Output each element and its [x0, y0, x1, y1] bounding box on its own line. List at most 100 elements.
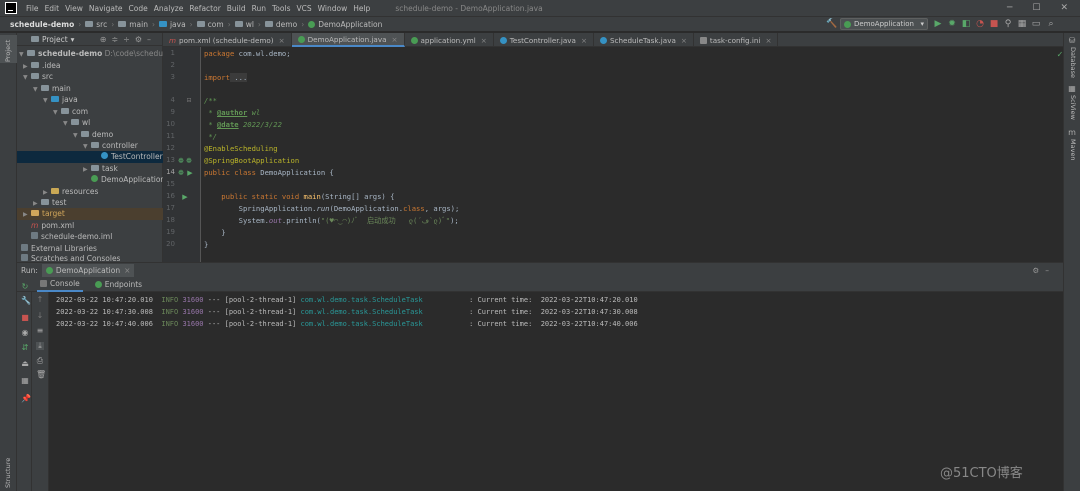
stop-icon[interactable]: ■ [21, 314, 29, 322]
database-tool-label[interactable]: Database [1069, 47, 1077, 78]
breadcrumb-wl[interactable]: wl [234, 20, 254, 29]
tab-application-yml[interactable]: application.yml × [405, 33, 494, 47]
run-gutter-icon[interactable]: ▶ [181, 193, 189, 201]
run-config-select[interactable]: DemoApplication ▾ [840, 18, 928, 30]
coverage-icon[interactable]: ◧ [961, 19, 971, 29]
tab-task-config[interactable]: task-config.ini × [694, 33, 779, 47]
down-arrow-icon[interactable]: ↓ [36, 312, 44, 320]
stop-icon[interactable]: ■ [989, 19, 999, 29]
up-arrow-icon[interactable]: ↑ [36, 296, 44, 304]
breadcrumb-src[interactable]: src [85, 20, 107, 29]
tree-item-src[interactable]: ▼ src [17, 71, 163, 83]
close-window-icon[interactable]: ✕ [1060, 3, 1068, 13]
menu-window[interactable]: Window [315, 4, 351, 13]
sciview-tool-label[interactable]: SciView [1069, 95, 1077, 120]
tab-pom[interactable]: m pom.xml (schedule-demo) × [163, 33, 292, 47]
gear-icon[interactable]: ⚙ [135, 35, 147, 44]
close-icon[interactable]: × [124, 266, 130, 275]
layout-icon[interactable]: ▦ [21, 377, 29, 385]
run-config-tab[interactable]: DemoApplication × [41, 264, 135, 277]
menu-code[interactable]: Code [126, 4, 151, 13]
breadcrumb-demo[interactable]: demo [264, 20, 297, 29]
code-editor[interactable]: package com.wl.demo; import ... /** * @a… [201, 47, 1063, 262]
menu-run[interactable]: Run [249, 4, 269, 13]
tab-console[interactable]: Console [37, 277, 83, 292]
chevron-down-icon[interactable]: ▾ [71, 35, 75, 44]
maximize-icon[interactable]: ☐ [1032, 3, 1040, 13]
close-icon[interactable]: × [765, 36, 771, 45]
menu-view[interactable]: View [62, 4, 86, 13]
menu-file[interactable]: File [23, 4, 42, 13]
tab-testcontroller[interactable]: TestController.java × [494, 33, 594, 47]
maven-tool-label[interactable]: Maven [1069, 139, 1077, 161]
spring-bean-icon[interactable]: ❁ [177, 157, 185, 165]
locate-icon[interactable]: ⊕ [100, 35, 112, 44]
tree-item-pom[interactable]: m pom.xml [17, 220, 163, 232]
exit-icon[interactable]: ⏏ [21, 360, 29, 368]
wrench-icon[interactable]: 🔧 [21, 297, 31, 305]
breadcrumb-java[interactable]: java [158, 20, 186, 29]
structure-tool-label[interactable]: Structure [4, 458, 12, 488]
soft-wrap-icon[interactable]: ≡ [36, 327, 44, 335]
spring-bean-icon[interactable]: ❁ [185, 157, 193, 165]
expand-icon[interactable]: ÷ [123, 35, 135, 44]
menu-vcs[interactable]: VCS [293, 4, 314, 13]
project-view-select[interactable]: Project [42, 35, 68, 44]
tab-endpoints[interactable]: Endpoints [94, 280, 142, 289]
hide-icon[interactable]: – [147, 35, 156, 44]
tree-item-target[interactable]: ▶ target [17, 208, 163, 220]
tree-item-wl[interactable]: ▼ wl [17, 117, 163, 129]
menu-navigate[interactable]: Navigate [86, 4, 126, 13]
print-icon[interactable]: ⎙ [36, 357, 44, 365]
scroll-to-end-icon[interactable]: ⤓ [36, 342, 44, 350]
project-structure-icon[interactable]: ▦ [1017, 19, 1027, 29]
layout-icon[interactable]: ▭ [1031, 19, 1041, 29]
run-gutter-icon[interactable]: ▶ [186, 169, 194, 177]
breadcrumb-project[interactable]: schedule-demo [10, 20, 74, 29]
tree-item-task[interactable]: ▶ task [17, 163, 163, 175]
menu-help[interactable]: Help [350, 4, 373, 13]
menu-analyze[interactable]: Analyze [151, 4, 187, 13]
tree-item-demoapplication[interactable]: DemoApplication [17, 174, 165, 186]
close-icon[interactable]: × [481, 36, 487, 45]
console-output[interactable]: 2022-03-22 10:47:20.010 INFO 31600 --- [… [49, 292, 1063, 491]
tree-item-demo[interactable]: ▼ demo [17, 129, 163, 141]
close-icon[interactable]: × [279, 36, 285, 45]
restore-layout-icon[interactable]: ⇵ [21, 344, 29, 352]
run-icon[interactable]: ▶ [933, 19, 943, 29]
tree-item-testcontroller[interactable]: TestController [17, 151, 163, 163]
menu-refactor[interactable]: Refactor [186, 4, 223, 13]
tree-item-schedule-demo[interactable]: ▼ schedule-demo D:\code\schedule-de [17, 48, 182, 60]
breadcrumb-main[interactable]: main [118, 20, 148, 29]
tree-item-test[interactable]: ▶ test [17, 197, 163, 209]
minimize-icon[interactable]: ─ [1007, 3, 1012, 13]
close-icon[interactable]: × [391, 35, 397, 44]
profile-icon[interactable]: ◔ [975, 19, 985, 29]
close-icon[interactable]: × [581, 36, 587, 45]
build-hammer-icon[interactable]: 🔨 [826, 19, 837, 29]
tab-scheduletask[interactable]: ScheduleTask.java × [594, 33, 694, 47]
tree-item-resources[interactable]: ▶ resources [17, 186, 163, 198]
tree-item-iml[interactable]: schedule-demo.iml [17, 231, 163, 243]
tree-item-idea[interactable]: ▶ .idea [17, 60, 163, 72]
tree-item-java[interactable]: ▼ java [17, 94, 163, 106]
spring-bean-icon[interactable]: ❁ [177, 169, 185, 177]
menu-edit[interactable]: Edit [42, 4, 63, 13]
git-icon[interactable]: ⚲ [1003, 19, 1013, 29]
menu-build[interactable]: Build [224, 4, 249, 13]
tab-demoapplication[interactable]: DemoApplication.java × [291, 33, 405, 47]
close-icon[interactable]: × [681, 36, 687, 45]
trash-icon[interactable]: 🗑 [36, 371, 46, 379]
breadcrumb-com[interactable]: com [196, 20, 224, 29]
rerun-icon[interactable]: ↻ [21, 283, 29, 291]
pin-icon[interactable]: 📌 [21, 395, 31, 403]
tree-item-com[interactable]: ▼ com [17, 106, 163, 118]
hide-icon[interactable]: – [1045, 266, 1055, 275]
fold-icon[interactable]: ⊟ [185, 97, 193, 105]
breadcrumb-class[interactable]: DemoApplication [308, 20, 382, 29]
debug-icon[interactable]: ✹ [947, 19, 957, 29]
project-tool-button[interactable]: Project [0, 35, 17, 63]
camera-icon[interactable]: ◉ [21, 329, 29, 337]
tree-item-controller[interactable]: ▼ controller [17, 140, 163, 152]
search-icon[interactable]: ⌕ [1046, 19, 1056, 29]
